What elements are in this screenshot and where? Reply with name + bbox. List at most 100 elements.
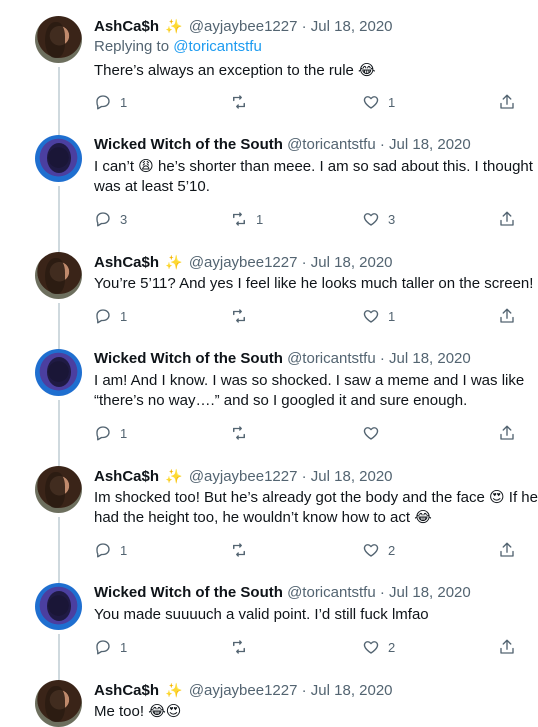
- retweet-button[interactable]: [230, 638, 256, 656]
- avatar[interactable]: [35, 680, 82, 727]
- tweet-header: Wicked Witch of the South @toricantstfu …: [94, 583, 471, 603]
- tweet-text: You’re 5’11? And yes I feel like he look…: [94, 275, 534, 292]
- tweet-actions: 1 2: [94, 541, 524, 561]
- avatar[interactable]: [35, 466, 82, 513]
- reply-button[interactable]: 1: [94, 307, 127, 325]
- thread-line: [58, 67, 60, 135]
- avatar[interactable]: [35, 16, 82, 63]
- separator: ·: [301, 254, 307, 271]
- retweet-icon: [233, 212, 245, 226]
- separator: ·: [301, 682, 307, 699]
- timestamp[interactable]: Jul 18, 2020: [311, 254, 393, 271]
- tweet-header: Wicked Witch of the South @toricantstfu …: [94, 349, 471, 369]
- timestamp[interactable]: Jul 18, 2020: [389, 350, 471, 367]
- share-button[interactable]: [498, 93, 516, 111]
- reply-icon: [96, 309, 110, 324]
- tweet-actions: 1 1: [94, 93, 524, 113]
- like-button[interactable]: 2: [362, 638, 395, 656]
- handle[interactable]: @ayjaybee1227: [189, 682, 298, 699]
- display-name[interactable]: AshCa$h: [94, 682, 159, 699]
- like-button[interactable]: 1: [362, 93, 395, 111]
- retweet-button[interactable]: [230, 424, 256, 442]
- share-icon: [500, 425, 514, 440]
- retweet-button[interactable]: [230, 93, 256, 111]
- share-icon: [500, 94, 514, 109]
- heart-icon: [363, 427, 379, 440]
- sparkle-emoji-icon: ✨: [165, 254, 183, 270]
- separator: ·: [379, 584, 385, 601]
- tweet-header: AshCa$h ✨ @ayjaybee1227 · Jul 18, 2020: [94, 252, 393, 273]
- tweet-text: You made suuuuch a valid point. I’d stil…: [94, 606, 429, 623]
- heart-icon: [363, 310, 379, 323]
- avatar[interactable]: [35, 583, 82, 630]
- share-button[interactable]: [498, 424, 516, 442]
- like-button[interactable]: 3: [362, 210, 395, 228]
- replying-to-label: Replying to: [94, 38, 170, 55]
- heart-icon: [363, 213, 379, 226]
- display-name[interactable]: Wicked Witch of the South: [94, 350, 283, 367]
- reply-icon: [96, 640, 110, 655]
- separator: ·: [379, 136, 385, 153]
- reply-icon: [96, 212, 110, 227]
- reply-icon: [96, 426, 110, 441]
- like-count: 2: [388, 542, 396, 558]
- reply-button[interactable]: 1: [94, 638, 127, 656]
- timestamp[interactable]: Jul 18, 2020: [311, 468, 393, 485]
- reply-icon: [96, 543, 110, 558]
- display-name[interactable]: Wicked Witch of the South: [94, 584, 283, 601]
- reply-icon: [96, 95, 110, 110]
- replying-to: Replying to @toricantstfu: [94, 38, 262, 55]
- display-name[interactable]: AshCa$h: [94, 468, 159, 485]
- handle[interactable]: @toricantstfu: [287, 350, 376, 367]
- retweet-button[interactable]: [230, 307, 256, 325]
- timestamp[interactable]: Jul 18, 2020: [389, 136, 471, 153]
- replying-to-link[interactable]: @toricantstfu: [173, 38, 262, 55]
- like-button[interactable]: 1: [362, 307, 395, 325]
- share-button[interactable]: [498, 541, 516, 559]
- share-icon: [500, 308, 514, 323]
- share-icon: [500, 639, 514, 654]
- display-name[interactable]: Wicked Witch of the South: [94, 136, 283, 153]
- tweet-text: Me too! 😂😍: [94, 703, 182, 720]
- tweet-text: There’s always an exception to the rule …: [94, 62, 376, 79]
- tweet-actions: 1 2: [94, 638, 524, 658]
- reply-button[interactable]: 3: [94, 210, 127, 228]
- handle[interactable]: @ayjaybee1227: [189, 254, 298, 271]
- tweet-text: I can’t 😩 he’s shorter than meee. I am s…: [94, 158, 538, 195]
- share-button[interactable]: [498, 307, 516, 325]
- retweet-button[interactable]: 1: [230, 210, 263, 228]
- reply-button[interactable]: 1: [94, 424, 127, 442]
- reply-button[interactable]: 1: [94, 541, 127, 559]
- share-icon: [500, 542, 514, 557]
- share-button[interactable]: [498, 638, 516, 656]
- tweet-text: I am! And I know. I was so shocked. I sa…: [94, 372, 525, 409]
- like-count: 1: [388, 94, 396, 110]
- share-button[interactable]: [498, 210, 516, 228]
- retweet-count: 1: [256, 211, 264, 227]
- reply-button[interactable]: 1: [94, 93, 127, 111]
- avatar[interactable]: [35, 349, 82, 396]
- like-button[interactable]: 2: [362, 541, 395, 559]
- retweet-icon: [233, 640, 245, 654]
- avatar[interactable]: [35, 135, 82, 182]
- display-name[interactable]: AshCa$h: [94, 18, 159, 35]
- timestamp[interactable]: Jul 18, 2020: [311, 18, 393, 35]
- retweet-icon: [233, 95, 245, 109]
- tweet-header: AshCa$h ✨ @ayjaybee1227 · Jul 18, 2020: [94, 16, 393, 37]
- handle[interactable]: @toricantstfu: [287, 584, 376, 601]
- handle[interactable]: @toricantstfu: [287, 136, 376, 153]
- display-name[interactable]: AshCa$h: [94, 254, 159, 271]
- tweet-header: Wicked Witch of the South @toricantstfu …: [94, 135, 471, 155]
- tweet-actions: 3 1 3: [94, 210, 524, 230]
- timestamp[interactable]: Jul 18, 2020: [311, 682, 393, 699]
- retweet-icon: [233, 543, 245, 557]
- handle[interactable]: @ayjaybee1227: [189, 18, 298, 35]
- timestamp[interactable]: Jul 18, 2020: [389, 584, 471, 601]
- avatar[interactable]: [35, 252, 82, 299]
- tweet-actions: 1: [94, 424, 524, 444]
- like-button[interactable]: [362, 424, 388, 442]
- reply-count: 3: [120, 211, 128, 227]
- retweet-button[interactable]: [230, 541, 256, 559]
- heart-icon: [363, 544, 379, 557]
- handle[interactable]: @ayjaybee1227: [189, 468, 298, 485]
